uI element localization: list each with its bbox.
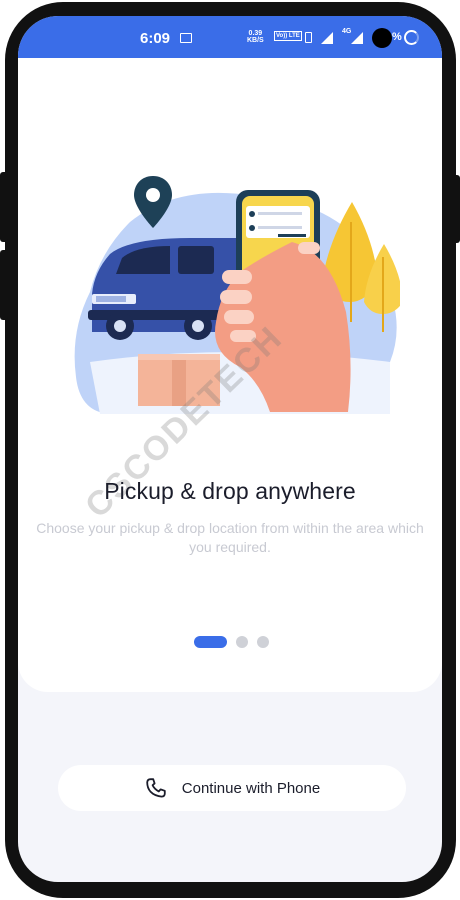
page-title: Pickup & drop anywhere — [104, 478, 356, 504]
net-speed-unit: KB/S — [247, 37, 264, 44]
battery-icon — [404, 30, 419, 45]
vibrate-icon — [305, 32, 312, 43]
page-indicator — [194, 636, 269, 648]
onboarding-card: CSCODETECH Pickup & drop anywhere Choose… — [18, 58, 442, 692]
volte-badge: Vo)) LTE — [274, 31, 302, 41]
network-type: 4G — [342, 28, 352, 35]
signal-icon — [321, 32, 333, 44]
status-time: 6:09 — [140, 30, 171, 47]
continue-with-phone-label: Continue with Phone — [181, 779, 321, 797]
battery-percent: % — [392, 31, 402, 43]
net-speed: 0.39 KB/S — [247, 30, 264, 44]
net-speed-value: 0.39 — [248, 30, 263, 37]
power-button — [452, 175, 460, 243]
signal-icon — [351, 32, 363, 44]
continue-with-phone-button[interactable]: Continue with Phone — [58, 765, 406, 811]
page-description: Choose your pickup & drop location from … — [36, 520, 424, 555]
page-dot[interactable] — [236, 636, 248, 648]
page-dot[interactable] — [257, 636, 269, 648]
page-dot-active[interactable] — [194, 636, 227, 648]
phone-icon — [146, 778, 166, 798]
image-icon — [180, 33, 192, 43]
volume-down-button — [0, 250, 8, 320]
volume-up-button — [0, 172, 8, 242]
screen: 6:09 0.39 KB/S Vo)) LTE 4G % CSCODETECH … — [18, 16, 442, 882]
front-camera — [372, 28, 392, 48]
status-bar: 6:09 0.39 KB/S Vo)) LTE 4G % — [18, 16, 442, 58]
